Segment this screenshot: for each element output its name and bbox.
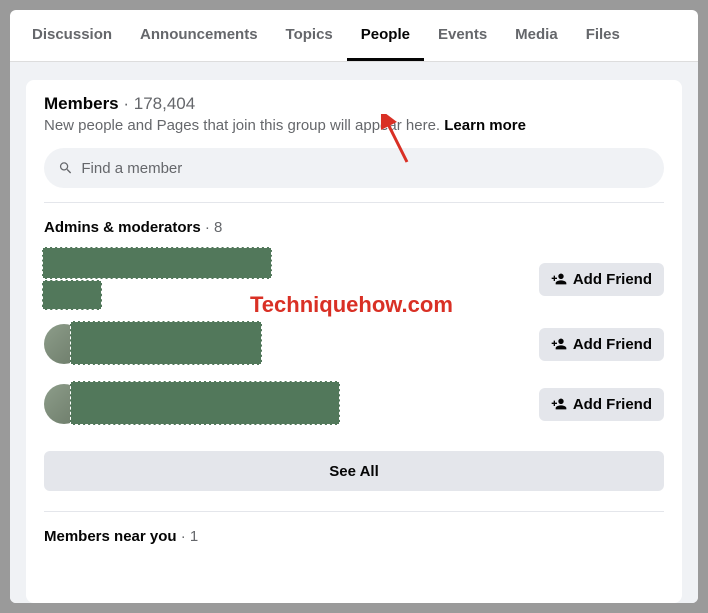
members-title: Members (44, 94, 119, 113)
redacted-block (70, 381, 340, 425)
members-count-separator: · (119, 94, 134, 113)
main-area: Members · 178,404 New people and Pages t… (10, 62, 698, 603)
members-subtitle: New people and Pages that join this grou… (44, 117, 664, 134)
members-header: Members · 178,404 (44, 94, 664, 114)
add-friend-label: Add Friend (573, 336, 652, 353)
redacted-block (42, 280, 102, 310)
tab-files[interactable]: Files (572, 10, 634, 61)
redacted-block (70, 321, 262, 365)
admins-count: 8 (214, 219, 222, 236)
near-you-title: Members near you (44, 528, 177, 545)
tab-events[interactable]: Events (424, 10, 501, 61)
near-you-count: 1 (190, 528, 198, 545)
learn-more-link[interactable]: Learn more (444, 117, 526, 134)
tab-topics[interactable]: Topics (272, 10, 347, 61)
divider (44, 202, 664, 203)
near-you-count-separator: · (177, 528, 190, 545)
list-item: Add Friend (44, 321, 664, 367)
tab-people[interactable]: People (347, 10, 424, 61)
search-icon (58, 160, 73, 176)
add-friend-button[interactable]: Add Friend (539, 388, 664, 421)
redacted-block (42, 247, 272, 279)
near-you-section-header: Members near you · 1 (44, 528, 664, 546)
add-friend-icon (551, 336, 567, 352)
search-input[interactable] (81, 160, 650, 177)
add-friend-icon (551, 396, 567, 412)
see-all-button[interactable]: See All (44, 451, 664, 491)
admins-count-separator: · (201, 219, 214, 236)
tab-announcements[interactable]: Announcements (126, 10, 272, 61)
tab-discussion[interactable]: Discussion (18, 10, 126, 61)
members-subtitle-text: New people and Pages that join this grou… (44, 117, 444, 134)
admins-section-header: Admins & moderators · 8 (44, 219, 664, 237)
list-item: Add Friend (44, 381, 664, 427)
app-frame: Discussion Announcements Topics People E… (10, 10, 698, 603)
members-card: Members · 178,404 New people and Pages t… (26, 80, 682, 603)
list-item: Add Friend (44, 251, 664, 307)
add-friend-label: Add Friend (573, 396, 652, 413)
add-friend-button[interactable]: Add Friend (539, 328, 664, 361)
add-friend-icon (551, 271, 567, 287)
admins-title: Admins & moderators (44, 219, 201, 236)
tab-media[interactable]: Media (501, 10, 572, 61)
members-count: 178,404 (134, 94, 195, 113)
tab-bar: Discussion Announcements Topics People E… (10, 10, 698, 62)
divider (44, 511, 664, 512)
search-bar[interactable] (44, 148, 664, 188)
add-friend-button[interactable]: Add Friend (539, 263, 664, 296)
add-friend-label: Add Friend (573, 271, 652, 288)
